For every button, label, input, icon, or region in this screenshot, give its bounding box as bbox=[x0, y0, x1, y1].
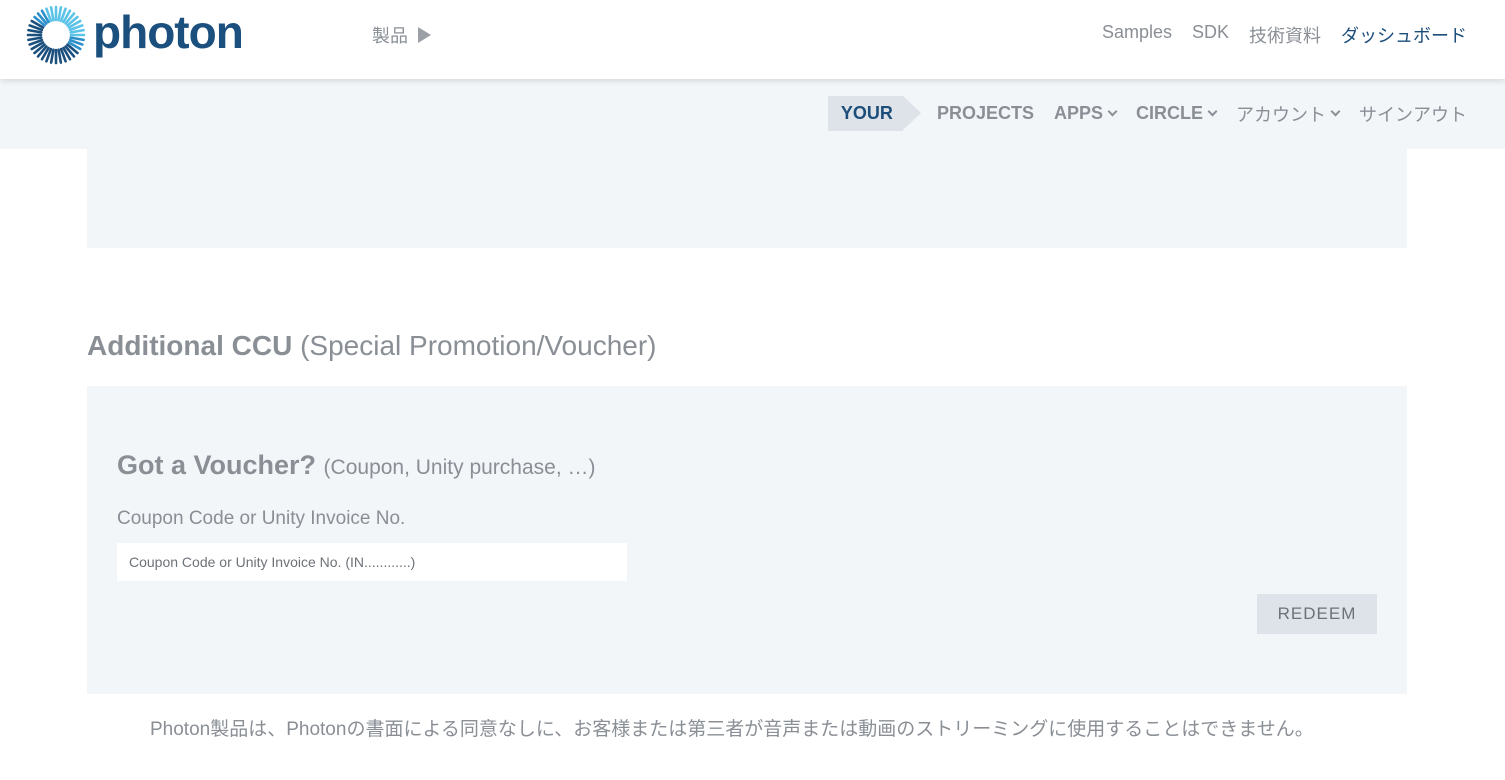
coupon-label: Coupon Code or Unity Invoice No. bbox=[117, 508, 406, 529]
tab-account[interactable]: アカウント bbox=[1236, 101, 1341, 127]
tab-signout[interactable]: サインアウト bbox=[1359, 101, 1467, 127]
tab-circle[interactable]: CIRCLE bbox=[1136, 103, 1218, 124]
tab-apps[interactable]: APPS bbox=[1053, 103, 1118, 124]
chevron-down-icon bbox=[1207, 106, 1218, 117]
coupon-input[interactable] bbox=[117, 543, 627, 581]
logo-text[interactable]: photon bbox=[93, 4, 244, 60]
tab-your[interactable]: YOUR bbox=[827, 96, 921, 131]
footer-note: Photon製品は、Photonの書面による同意なしに、お客様または第三者が音声… bbox=[150, 719, 1314, 740]
previous-section-panel bbox=[87, 149, 1407, 248]
section-title: Additional CCU (Special Promotion/Vouche… bbox=[87, 330, 657, 362]
products-menu[interactable]: 製品 bbox=[372, 22, 431, 48]
nav-sdk[interactable]: SDK bbox=[1192, 22, 1229, 48]
voucher-title-sub: (Coupon, Unity purchase, …) bbox=[323, 456, 596, 479]
section-title-bold: Additional CCU bbox=[87, 330, 293, 361]
triangle-right-icon bbox=[418, 27, 431, 43]
top-header: photon 製品 Samples SDK 技術資料 ダッシュボード bbox=[0, 0, 1505, 79]
tab-projects[interactable]: PROJECTS bbox=[937, 103, 1034, 124]
nav-dashboard[interactable]: ダッシュボード bbox=[1341, 22, 1467, 48]
redeem-button[interactable]: REDEEM bbox=[1257, 594, 1377, 634]
top-nav: Samples SDK 技術資料 ダッシュボード bbox=[1102, 22, 1467, 48]
sub-nav-bar: YOUR PROJECTS APPS CIRCLE アカウント サインアウト bbox=[0, 79, 1505, 149]
tab-account-label: アカウント bbox=[1236, 104, 1326, 125]
photon-logo-icon[interactable] bbox=[26, 5, 86, 65]
nav-docs[interactable]: 技術資料 bbox=[1249, 22, 1321, 48]
tab-signout-label: サインアウト bbox=[1359, 104, 1467, 125]
tab-circle-label: CIRCLE bbox=[1136, 103, 1203, 123]
voucher-panel: Got a Voucher? (Coupon, Unity purchase, … bbox=[87, 386, 1407, 694]
chevron-down-icon bbox=[1107, 106, 1118, 117]
voucher-title-bold: Got a Voucher? bbox=[117, 450, 317, 480]
products-label: 製品 bbox=[372, 26, 408, 46]
voucher-title: Got a Voucher? (Coupon, Unity purchase, … bbox=[117, 450, 596, 481]
nav-samples[interactable]: Samples bbox=[1102, 22, 1172, 48]
chevron-down-icon bbox=[1330, 106, 1341, 117]
sub-nav: YOUR PROJECTS APPS CIRCLE アカウント サインアウト bbox=[827, 96, 1467, 131]
tab-apps-label: APPS bbox=[1053, 103, 1103, 123]
tab-projects-label: PROJECTS bbox=[936, 103, 1034, 123]
section-title-sub: (Special Promotion/Voucher) bbox=[300, 330, 657, 361]
